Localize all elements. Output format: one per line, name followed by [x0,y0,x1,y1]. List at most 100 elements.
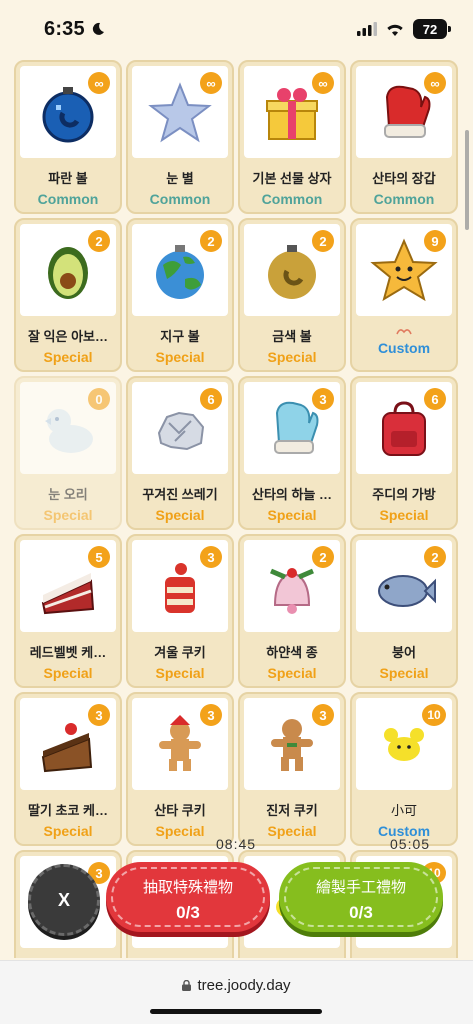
gift-name: 잘 익은 아보… [27,329,109,344]
gift-card[interactable]: ∞ 산타의 장갑 Common [350,60,458,214]
gift-card[interactable]: 2 금색 볼 Special [238,218,346,372]
action-bar: X 抽取特殊禮物 0/3 繪製手工禮物 0/3 [0,862,473,936]
url-text: tree.joody.day [197,977,291,994]
gift-name: 산타의 하늘 … [251,487,333,502]
gift-rarity: Special [155,349,205,365]
gift-card[interactable]: 2 잘 익은 아보… Special [14,218,122,372]
gift-rarity: Special [379,507,429,523]
gift-rarity: Special [267,507,317,523]
gift-rarity: Common [373,191,435,207]
gift-count-badge: 3 [88,704,110,726]
gift-count-badge: 2 [424,546,446,568]
gift-card[interactable]: 3 딸기 초코 케… Special [14,692,122,846]
gift-name: 파란 볼 [48,171,88,186]
status-icons: 72 [357,19,451,39]
gift-card[interactable]: 9 Custom [350,218,458,372]
gift-card[interactable]: 3 산타 쿠키 Special [126,692,234,846]
gift-count-badge: ∞ [312,72,334,94]
gift-card[interactable]: 6 꾸겨진 쓰레기 Special [126,376,234,530]
gift-image: 2 [356,540,452,632]
gift-grid-scroll[interactable]: ∞ 파란 볼 Common ∞ 눈 별 Common ∞ 기본 선물 상자 Common ∞ 산타의… [0,58,473,958]
status-time: 6:35 [44,17,85,40]
gift-count-badge: 10 [422,704,446,726]
draw-special-gift-count: 0/3 [176,903,200,922]
gift-image: 6 [356,382,452,474]
gift-count-badge: 3 [200,546,222,568]
gift-rarity: Common [149,191,211,207]
gift-count-badge: 2 [200,230,222,252]
signal-icon [357,22,377,36]
gift-count-badge: 2 [312,230,334,252]
gift-card[interactable]: 2 지구 볼 Special [126,218,234,372]
gift-rarity: Special [267,349,317,365]
gift-name: 기본 선물 상자 [252,171,332,186]
draw-special-gift-label: 抽取特殊禮物 [142,879,233,896]
home-indicator [150,1009,322,1014]
gift-count-badge: 2 [312,546,334,568]
gift-grid: ∞ 파란 볼 Common ∞ 눈 별 Common ∞ 기본 선물 상자 Common ∞ 산타의… [14,60,460,958]
gift-rarity: Special [43,349,93,365]
gift-count-badge: 3 [200,704,222,726]
gift-name: 겨울 쿠키 [154,645,206,660]
draw-special-gift-button[interactable]: 抽取特殊禮物 0/3 [106,862,270,932]
wifi-icon [387,24,403,36]
gift-count-badge: ∞ [424,72,446,94]
gift-count-badge: 3 [312,388,334,410]
gift-card[interactable]: 3 겨울 쿠키 Special [126,534,234,688]
gift-card[interactable]: ∞ 눈 별 Common [126,60,234,214]
status-bar: 6:35 72 [0,0,473,58]
timer-right: 05:05 [390,836,431,852]
gift-card[interactable]: 6 주디의 가방 Special [350,376,458,530]
gift-count-badge: 3 [312,704,334,726]
gift-count-badge: 5 [88,546,110,568]
hands-icon [396,329,412,335]
gift-card[interactable]: ∞ 파란 볼 Common [14,60,122,214]
gift-name: 눈 별 [166,171,194,186]
timer-left: 08:45 [216,836,257,852]
gift-count-badge: ∞ [88,72,110,94]
gift-rarity: Special [379,665,429,681]
gift-image: 3 [244,382,340,474]
gift-name: 붕어 [392,645,416,660]
gift-rarity: Special [155,665,205,681]
gift-card[interactable]: 5 레드벨벳 케… Special [14,534,122,688]
gift-card[interactable]: 2 하얀색 종 Special [238,534,346,688]
gift-card[interactable]: 2 붕어 Special [350,534,458,688]
gift-rarity: Custom [377,340,431,356]
gift-image: 2 [244,540,340,632]
gift-image: 2 [20,224,116,316]
gift-image: 3 [20,698,116,790]
gift-count-badge: 0 [88,388,110,410]
gift-name: 산타의 장갑 [372,171,436,186]
gift-image: ∞ [132,66,228,158]
draw-handmade-gift-button[interactable]: 繪製手工禮物 0/3 [279,862,443,932]
gift-image: 3 [132,540,228,632]
timer-row: 08:45 05:05 [0,836,473,856]
gift-name: 눈 오리 [48,487,88,502]
gift-card[interactable]: ∞ 기본 선물 상자 Common [238,60,346,214]
gift-image: ∞ [20,66,116,158]
gift-image: 6 [132,382,228,474]
gift-card[interactable]: 3 진저 쿠키 Special [238,692,346,846]
gift-rarity: Special [43,665,93,681]
gift-count-badge: 9 [424,230,446,252]
scrollbar[interactable] [465,130,469,230]
gift-image: 10 [356,698,452,790]
gift-card[interactable]: 0 눈 오리 Special [14,376,122,530]
draw-handmade-gift-label: 繪製手工禮物 [315,879,406,896]
gift-count-badge: ∞ [200,72,222,94]
gift-rarity: Special [155,507,205,523]
battery-indicator: 72 [413,19,451,39]
gift-name: 레드벨벳 케… [29,645,107,660]
gift-image: 5 [20,540,116,632]
gift-name: 주디의 가방 [372,487,436,502]
gift-card[interactable]: 3 산타의 하늘 … Special [238,376,346,530]
gift-card[interactable]: 10 小可 Custom [350,692,458,846]
close-button[interactable]: X [28,864,100,936]
gift-image: 2 [244,224,340,316]
url-display[interactable]: tree.joody.day [0,977,473,994]
gift-image: ∞ [244,66,340,158]
browser-address-bar[interactable]: tree.joody.day [0,960,473,1024]
gift-name: 금색 볼 [272,329,312,344]
gift-rarity: Common [37,191,99,207]
